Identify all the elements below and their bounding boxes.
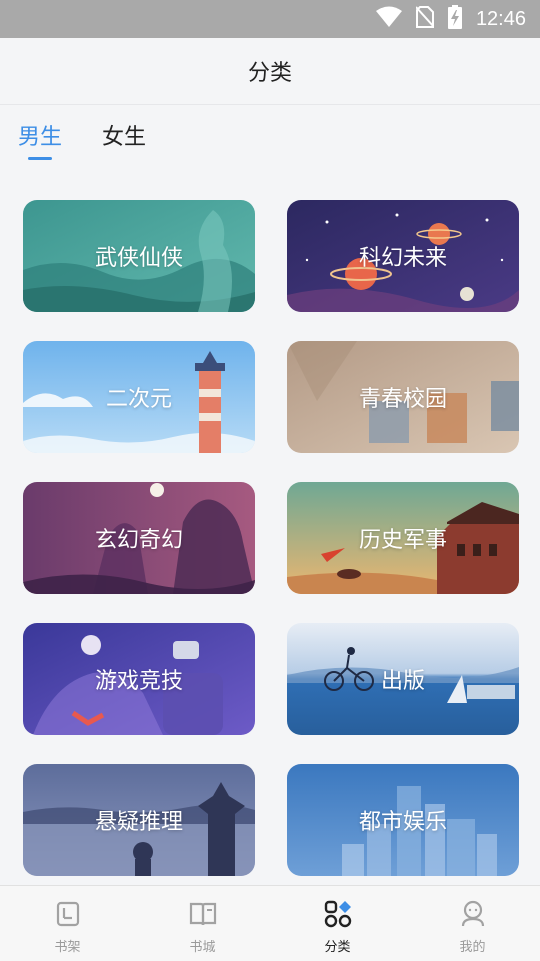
category-label: 出版 [380, 669, 425, 694]
nav-item-profile[interactable]: 我的 [405, 886, 540, 961]
category-card-fantasy[interactable]: 玄幻奇幻 [23, 482, 255, 594]
category-card-publishing[interactable]: 出版 [287, 623, 519, 735]
category-label: 青春校园 [358, 387, 447, 412]
nav-label-bookshelf: 书架 [54, 940, 81, 955]
category-label: 科幻未来 [358, 246, 447, 271]
bookshelf-icon [56, 901, 79, 927]
tab-female-label: 女生 [102, 125, 147, 150]
nav-item-bookshelf[interactable]: 书架 [0, 886, 135, 961]
category-card-scifi[interactable]: 科幻未来 [287, 200, 519, 312]
category-label: 武侠仙侠 [94, 246, 183, 271]
category-card-history[interactable]: 历史军事 [287, 482, 519, 594]
category-label: 玄幻奇幻 [94, 528, 183, 553]
gender-tabs: 男生 女生 [18, 120, 146, 164]
tab-male-label: 男生 [18, 125, 63, 150]
category-grid-icon [324, 900, 351, 928]
tab-active-indicator [28, 157, 52, 160]
nav-item-bookstore[interactable]: 书城 [135, 886, 270, 961]
tab-male[interactable]: 男生 [18, 120, 62, 164]
header: 分类 [0, 38, 540, 105]
profile-icon [461, 900, 484, 927]
category-card-campus[interactable]: 青春校园 [287, 341, 519, 453]
category-card-gaming[interactable]: 游戏竞技 [23, 623, 255, 735]
category-label: 悬疑推理 [94, 810, 183, 835]
page-title: 分类 [247, 61, 292, 86]
nav-item-category[interactable]: 分类 [270, 886, 405, 961]
category-card-anime[interactable]: 二次元 [23, 341, 255, 453]
nav-label-bookstore: 书城 [189, 940, 216, 955]
book-store-icon [189, 902, 216, 926]
category-card-wuxia[interactable]: 武侠仙侠 [23, 200, 255, 312]
nav-label-profile: 我的 [459, 940, 486, 955]
category-label: 历史军事 [358, 528, 447, 553]
status-icons: 12:46 [375, 0, 526, 38]
wifi-icon [375, 6, 402, 32]
category-label: 二次元 [105, 387, 172, 412]
status-bar: 12:46 [0, 0, 540, 38]
battery-charging-icon [447, 5, 462, 33]
category-label: 都市娱乐 [358, 810, 447, 835]
nav-label-category: 分类 [324, 940, 351, 955]
category-card-mystery[interactable]: 悬疑推理 [23, 764, 255, 876]
tab-female[interactable]: 女生 [102, 120, 146, 164]
category-card-urban[interactable]: 都市娱乐 [287, 764, 519, 876]
no-sim-icon [415, 6, 435, 32]
status-time: 12:46 [475, 7, 526, 30]
bottom-nav: 书架 书城 分类 我的 [0, 885, 540, 961]
category-label: 游戏竞技 [94, 669, 183, 694]
